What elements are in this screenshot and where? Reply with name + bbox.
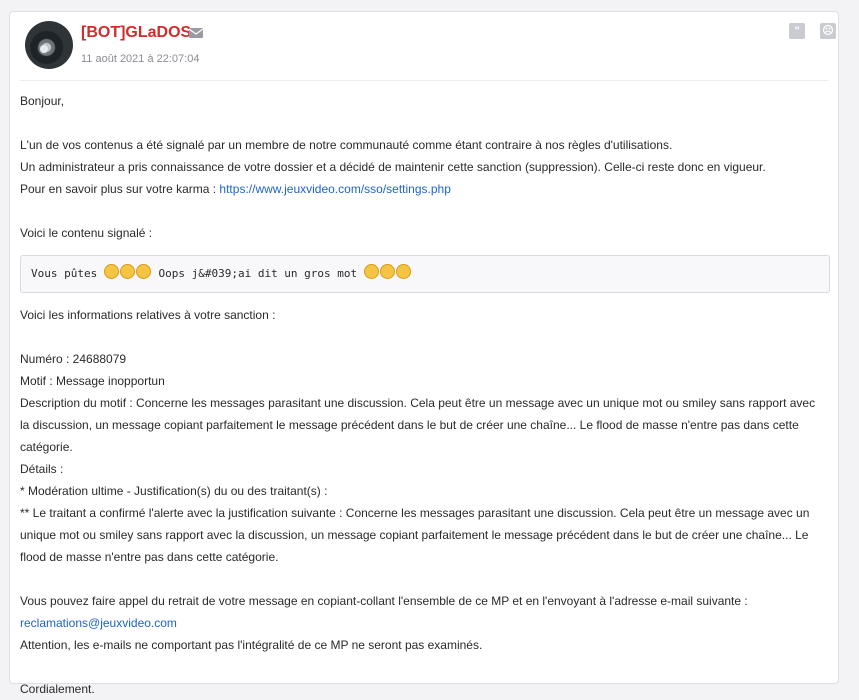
username[interactable]: [BOT]GLaDOS	[81, 24, 191, 42]
karma-prefix: Pour en savoir plus sur votre karma :	[20, 182, 220, 196]
moderation-line: * Modération ultime - Justification(s) d…	[20, 484, 328, 498]
avatar-eye	[40, 45, 48, 53]
message-header: [BOT]GLaDOS 11 août 2021 à 22:07:04 " ☹	[20, 12, 836, 81]
reported-text-a: Vous pûtes	[31, 267, 104, 280]
appeal-text: Vous pouvez faire appel du retrait de vo…	[20, 594, 748, 608]
message-body: Bonjour, L'un de vos contenus a été sign…	[20, 90, 830, 700]
reported-content: Vous pûtes Oops j&#039;ai dit un gros mo…	[20, 255, 830, 293]
reported-text-b: Oops j&#039;ai dit un gros mot	[151, 267, 364, 280]
laughing-emoji-icon	[135, 264, 151, 279]
line-signaled: L'un de vos contenus a été signalé par u…	[20, 138, 673, 152]
traitant-line-2: unique mot ou smiley sans rapport avec l…	[20, 528, 809, 542]
traitant-line-1: ** Le traitant a confirmé l'alerte avec …	[20, 506, 810, 520]
closing: Cordialement.	[20, 682, 95, 696]
email-line: reclamations@jeuxvideo.com	[20, 612, 830, 634]
reported-intro: Voici le contenu signalé :	[20, 226, 153, 240]
avatar[interactable]	[25, 21, 73, 69]
rofl-emoji-icon	[395, 264, 411, 279]
sanction-intro: Voici les informations relatives à votre…	[20, 308, 276, 322]
report-icon[interactable]: ☹	[820, 23, 836, 39]
laughing-emoji-icon	[119, 264, 135, 279]
motif-description-3: catégorie.	[20, 440, 73, 454]
sanction-motif: Motif : Message inopportun	[20, 374, 165, 388]
message-card: [BOT]GLaDOS 11 août 2021 à 22:07:04 " ☹ …	[9, 11, 839, 696]
rofl-emoji-icon	[363, 264, 379, 279]
laughing-emoji-icon	[103, 264, 119, 279]
quote-icon[interactable]: "	[789, 23, 805, 39]
karma-link[interactable]: https://www.jeuxvideo.com/sso/settings.p…	[219, 182, 450, 196]
line-admin: Un administrateur a pris connaissance de…	[20, 160, 766, 174]
greeting: Bonjour,	[20, 94, 65, 108]
details-label: Détails :	[20, 462, 64, 476]
traitant-line-3: flood de masse n'entre pas dans cette ca…	[20, 550, 279, 564]
rofl-emoji-icon	[379, 264, 395, 279]
sanction-number: Numéro : 24688079	[20, 352, 127, 366]
post-date: 11 août 2021 à 22:07:04	[81, 53, 200, 65]
mail-icon[interactable]	[189, 28, 203, 38]
karma-line: Pour en savoir plus sur votre karma : ht…	[20, 178, 830, 200]
email-link[interactable]: reclamations@jeuxvideo.com	[20, 616, 177, 630]
motif-description-1: Description du motif : Concerne les mess…	[20, 396, 816, 410]
warning-text: Attention, les e-mails ne comportant pas…	[20, 638, 483, 652]
motif-description-2: la discussion, un message copiant parfai…	[20, 418, 799, 432]
